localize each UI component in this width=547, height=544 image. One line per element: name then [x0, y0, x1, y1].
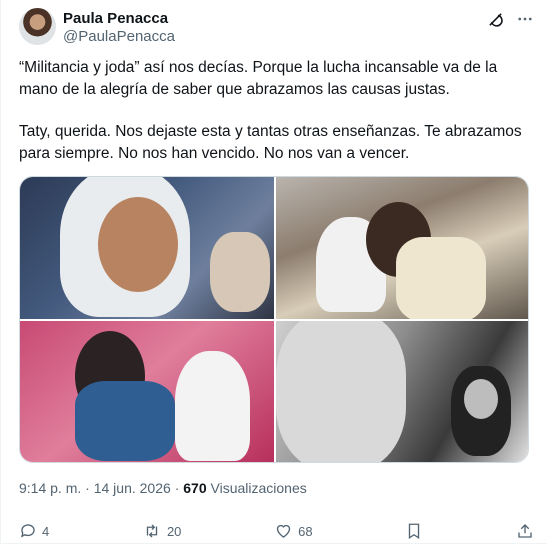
clothing-shape	[396, 237, 486, 319]
like-count: 68	[298, 523, 313, 539]
meta-separator-2: ·	[174, 480, 180, 496]
tweet-time[interactable]: 9:14 p. m.	[19, 480, 81, 496]
repost-icon	[146, 524, 158, 538]
bookmark-icon	[409, 523, 420, 540]
photo-4[interactable]	[276, 321, 528, 462]
background-person-shape	[210, 232, 270, 312]
jacket-shape	[75, 381, 175, 461]
photo-3[interactable]	[20, 321, 274, 462]
user-handle[interactable]: @PaulaPenacca	[63, 28, 175, 45]
like-button[interactable]: 68	[274, 522, 313, 540]
display-name[interactable]: Paula Penacca	[63, 10, 168, 27]
heart-icon	[276, 524, 291, 538]
tweet-card: Paula Penacca @PaulaPenacca “Militancia …	[0, 0, 547, 544]
face-shape	[98, 197, 178, 292]
face-shape	[464, 379, 498, 419]
grok-icon[interactable]	[486, 10, 504, 28]
tweet-text: “Militancia y joda” así nos decías. Porq…	[19, 57, 534, 185]
headscarf-shape	[175, 351, 250, 461]
tweet-paragraph-1: “Militancia y joda” así nos decías. Porq…	[19, 59, 498, 98]
repost-button[interactable]: 20	[142, 522, 181, 540]
tweet-header: Paula Penacca @PaulaPenacca	[19, 8, 534, 48]
reply-count: 4	[42, 523, 50, 539]
reply-icon	[20, 524, 35, 538]
reply-button[interactable]: 4	[19, 522, 49, 540]
meta-separator: ·	[85, 480, 90, 496]
bookmark-button[interactable]	[405, 522, 423, 540]
headscarf-shape	[276, 321, 406, 462]
action-bar: 4 20 68	[19, 522, 534, 540]
tweet-date[interactable]: 14 jun. 2026	[94, 480, 171, 496]
share-icon	[518, 524, 532, 538]
header-actions	[486, 10, 534, 28]
share-button[interactable]	[516, 522, 534, 540]
views-count: 670	[183, 480, 207, 496]
media-grid	[19, 176, 529, 463]
tweet-meta: 9:14 p. m. · 14 jun. 2026 · 670 Visualiz…	[19, 480, 307, 496]
photo-2[interactable]	[276, 177, 528, 319]
tweet-paragraph-2: Taty, querida. Nos dejaste esta y tantas…	[19, 123, 522, 162]
avatar[interactable]	[19, 8, 56, 45]
more-icon[interactable]	[516, 10, 534, 28]
views-label: Visualizaciones	[210, 480, 307, 496]
repost-count: 20	[166, 523, 182, 539]
photo-1[interactable]	[20, 177, 274, 319]
